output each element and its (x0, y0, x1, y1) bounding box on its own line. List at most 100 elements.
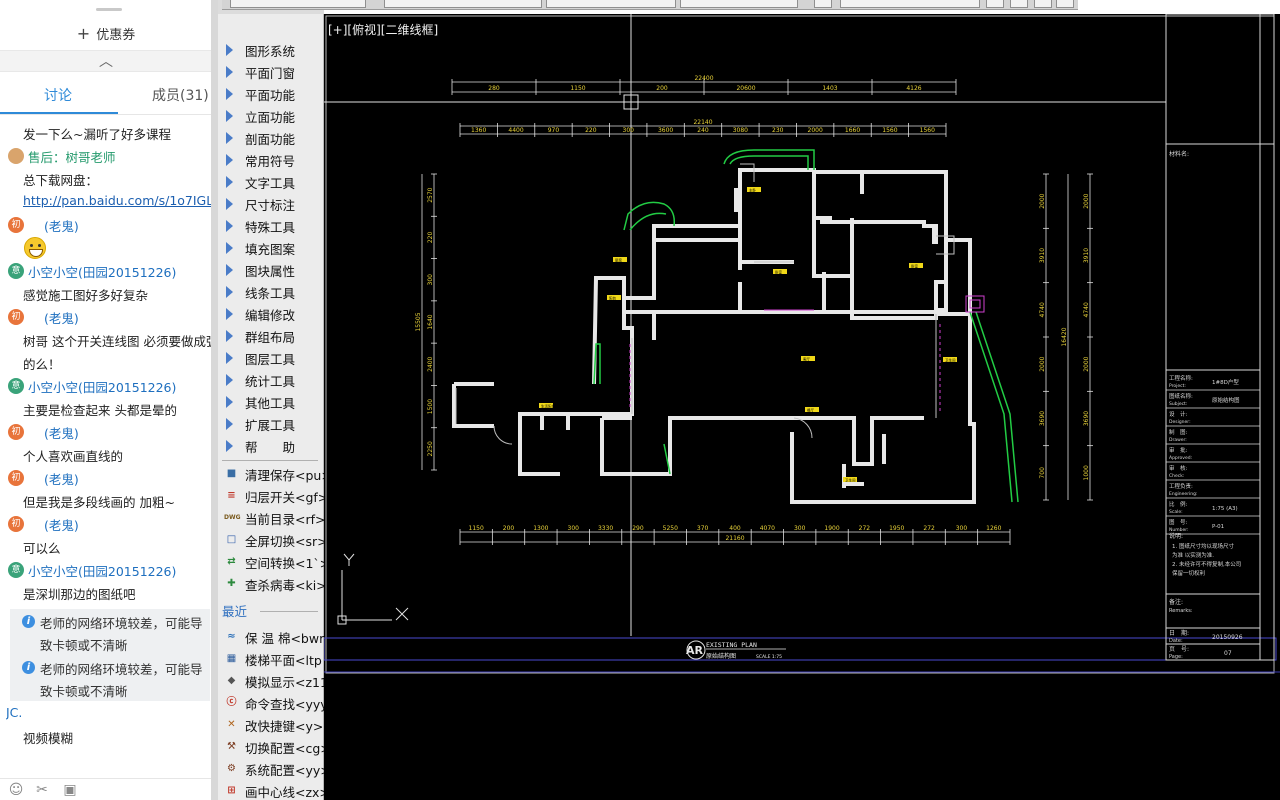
tool-menu-item[interactable]: 平面门窗 (222, 61, 326, 83)
room-tag-label: 餐厅 (807, 408, 815, 413)
sender-name[interactable]: (老鬼) (44, 515, 79, 533)
tool-menu-item[interactable]: 统计工具 (222, 369, 326, 391)
toolbar-combo-1[interactable] (230, 0, 366, 8)
sender-name[interactable]: 小空小空(田园20151226) (28, 377, 176, 395)
tool-menu-item[interactable]: 图层工具 (222, 347, 326, 369)
viewport-control-label[interactable]: [+][俯视][二维线框] (328, 21, 438, 38)
tool-menu-item[interactable]: 帮 助 (222, 435, 326, 457)
info-icon: i (22, 615, 35, 628)
expand-arrow-icon (226, 88, 233, 100)
tool-menu-item[interactable]: 图块属性 (222, 259, 326, 281)
tool-menu-item[interactable]: 常用符号 (222, 149, 326, 171)
tool-menu-label: 尺寸标注 (245, 198, 296, 213)
message-link[interactable]: http://pan.baidu.com/s/1o7IGLd (23, 193, 211, 211)
drag-handle[interactable] (96, 8, 122, 11)
recent-label: 最近 (222, 604, 248, 619)
tool-menu-item[interactable]: 尺寸标注 (222, 193, 326, 215)
page-value: 07 (1224, 650, 1232, 657)
command-item[interactable]: ⚙ 系统配置<yy> (222, 758, 326, 780)
tool-menu-item[interactable]: 剖面功能 (222, 127, 326, 149)
dimension-value: 200 (503, 525, 515, 532)
scissors-icon[interactable]: ✂ (34, 782, 50, 798)
avatar[interactable]: 初 (8, 424, 24, 440)
title-row-sublabel: Approved: (1169, 455, 1192, 461)
command-item[interactable]: ⚒ 切换配置<cg> (222, 736, 326, 758)
toolbar-button-5[interactable] (1056, 0, 1074, 8)
tool-menu-item[interactable]: 其他工具 (222, 391, 326, 413)
command-item[interactable]: ◆ 模拟显示<z11 (222, 670, 326, 692)
command-item[interactable]: ■ 清理保存<pu> (222, 463, 326, 485)
avatar[interactable]: 初 (8, 309, 24, 325)
command-item[interactable]: ✚ 查杀病毒<ki> (222, 573, 326, 595)
avatar[interactable]: 初 (8, 470, 24, 486)
toolbar-button-2[interactable] (986, 0, 1004, 8)
sender-name[interactable]: 小空小空(田园20151226) (28, 561, 176, 579)
command-item[interactable]: DWG 当前目录<rf> (222, 507, 326, 529)
tool-menu-item[interactable]: 立面功能 (222, 105, 326, 127)
command-item[interactable]: ▦ 楼梯平面<ltp (222, 648, 326, 670)
sender-name[interactable]: (老鬼) (44, 423, 79, 441)
avatar[interactable] (8, 148, 24, 164)
image-icon[interactable]: ▣ (62, 782, 78, 798)
drawing-canvas[interactable]: 材料名: 备注: Remarks: 日 期: Date: 20150926 页 … (324, 14, 1280, 800)
smiley-icon[interactable]: ☺ (8, 782, 24, 798)
dimension-value: 3330 (598, 525, 613, 532)
sender-name[interactable]: JC. (6, 705, 211, 720)
tool-menu-item[interactable]: 填充图案 (222, 237, 326, 259)
chat-tabs: 讨论 成员(31) (0, 82, 211, 112)
network-notice: i 老师的网络环境较差，可能导 致卡顿或不清晰 (10, 655, 210, 701)
message-sender: 初 (老鬼) (8, 515, 211, 533)
coupon-button[interactable]: + 优惠券 (0, 22, 211, 46)
dimension-value: 22140 (693, 119, 712, 126)
expand-arrow-icon (226, 198, 233, 210)
command-item[interactable]: ⓒ 命令查找<yyy (222, 692, 327, 714)
avatar[interactable]: 初 (8, 516, 24, 532)
tool-menu-item[interactable]: 特殊工具 (222, 215, 326, 237)
collapse-button[interactable]: ︿ (0, 50, 211, 72)
tool-menu-item[interactable]: 图形系统 (222, 39, 326, 61)
dimension-value: 1660 (845, 127, 860, 134)
toolbar-button-4[interactable] (1034, 0, 1052, 8)
toolbar-combo-4[interactable] (680, 0, 798, 8)
grinning-emoji-icon (24, 237, 46, 259)
sender-name[interactable]: 小空小空(田园20151226) (28, 262, 176, 280)
menu-divider (222, 460, 318, 461)
tool-menu-item[interactable]: 平面功能 (222, 83, 326, 105)
palette-scrollbar[interactable] (212, 0, 218, 800)
dimension-value: 5250 (663, 525, 678, 532)
sender-name[interactable]: (老鬼) (44, 216, 79, 234)
expand-arrow-icon (226, 440, 233, 452)
sender-name[interactable]: (老鬼) (44, 308, 79, 326)
toolbar-button-1[interactable] (814, 0, 832, 8)
command-item[interactable]: ⊞ 画中心线<zx> (222, 780, 326, 800)
command-item[interactable]: ⇄ 空间转换<1`> (222, 551, 326, 573)
tool-menu-item[interactable]: 编辑修改 (222, 303, 326, 325)
tool-menu-item[interactable]: 线条工具 (222, 281, 326, 303)
sender-name[interactable]: 售后：树哥老师 (28, 147, 116, 165)
message-sender: 初 (老鬼) (8, 216, 211, 234)
avatar[interactable]: 初 (8, 217, 24, 233)
cad-drawing-viewport[interactable]: 材料名: 备注: Remarks: 日 期: Date: 20150926 页 … (324, 14, 1280, 800)
avatar[interactable]: 意 (8, 378, 24, 394)
toolbar-combo-2[interactable] (384, 0, 542, 8)
dimension-value: 4740 (1083, 302, 1090, 317)
avatar[interactable]: 意 (8, 263, 24, 279)
tool-menu-item[interactable]: 群组布局 (222, 325, 326, 347)
tool-menu-label: 群组布局 (245, 330, 296, 345)
dimension-value: 1000 (1083, 465, 1090, 480)
command-item[interactable]: ≈ 保 温 棉<bwm (222, 626, 326, 648)
toolbar-button-3[interactable] (1010, 0, 1028, 8)
tab-members[interactable]: 成员(31) (152, 82, 209, 112)
system-config-icon: ⚙ (227, 763, 236, 774)
tool-menu-item[interactable]: 文字工具 (222, 171, 326, 193)
command-item[interactable]: □ 全屏切换<sr> (222, 529, 326, 551)
sender-name[interactable]: (老鬼) (44, 469, 79, 487)
command-label: 归层开关<gf> (245, 490, 326, 505)
toolbar-combo-3[interactable] (546, 0, 676, 8)
command-item[interactable]: ≡ 归层开关<gf> (222, 485, 326, 507)
toolbar-combo-5[interactable] (840, 0, 980, 8)
tab-discussion[interactable]: 讨论 (44, 82, 72, 112)
tool-menu-item[interactable]: 扩展工具 (222, 413, 326, 435)
avatar[interactable]: 意 (8, 562, 24, 578)
command-item[interactable]: ✕ 改快捷键<y> (222, 714, 326, 736)
